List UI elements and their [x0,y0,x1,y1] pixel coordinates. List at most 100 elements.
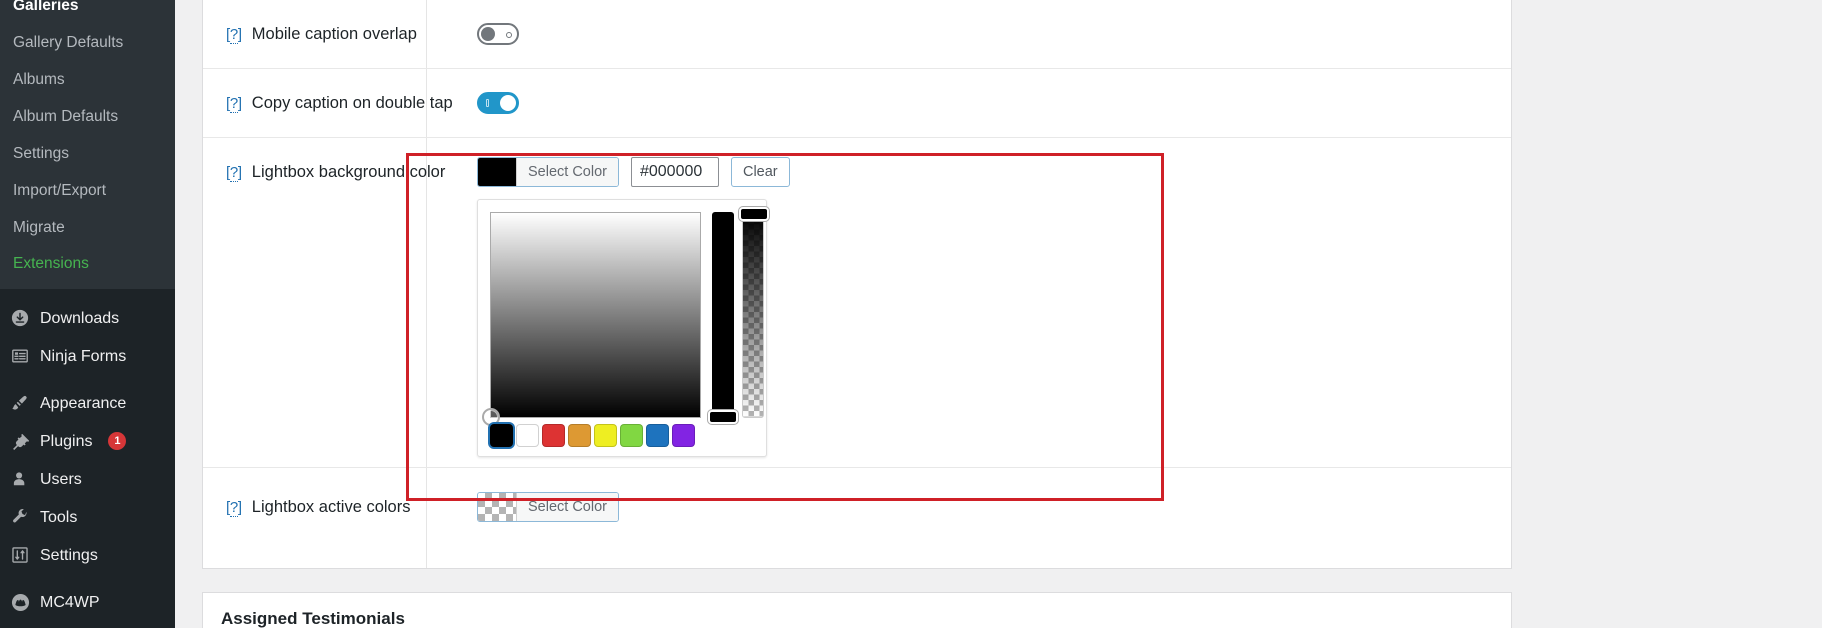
setting-row-mobile-caption-overlap: [?] Mobile caption overlap [203,0,1511,69]
sidebar-subitem-extensions[interactable]: Extensions [0,246,175,283]
color-palette-swatches [490,424,695,447]
help-icon[interactable]: [?] [226,94,242,113]
assigned-testimonials-panel: Assigned Testimonials [202,592,1512,628]
toggle-knob [481,27,495,41]
mailchimp-icon [10,592,30,612]
sidebar-item-label: Settings [40,546,98,564]
setting-label-cell: [?] Mobile caption overlap [203,0,427,68]
setting-control-cell [427,69,1511,137]
toggle-copy-caption-double-tap[interactable] [477,92,519,114]
sidebar-subitem-import-export[interactable]: Import/Export [0,173,175,210]
sidebar-item-users[interactable]: Users [0,460,175,498]
setting-control-cell [427,0,1511,68]
sidebar-item-label: MC4WP [40,593,100,611]
sidebar-item-appearance[interactable]: Appearance [0,384,175,422]
help-question-mark: ? [229,25,238,44]
sidebar-subitem-label: Gallery Defaults [13,33,124,51]
download-icon [10,308,30,328]
palette-swatch-orange[interactable] [568,424,591,447]
select-color-button-background[interactable]: Select Color [477,157,619,187]
palette-swatch-blue[interactable] [646,424,669,447]
palette-swatch-yellow[interactable] [594,424,617,447]
setting-label: Copy caption on double tap [251,93,453,112]
sidebar-subitem-label: Settings [13,144,70,162]
users-icon [10,469,30,489]
color-picker-controls: Select Color Clear [477,157,790,187]
hue-slider-handle[interactable] [708,410,738,424]
sidebar-subitem-settings[interactable]: Settings [0,136,175,173]
sidebar-item-mc4wp[interactable]: MC4WP [0,583,175,621]
select-color-button-active-colors[interactable]: Select Color [477,492,619,522]
sidebar-subitem-albums[interactable]: Albums [0,62,175,99]
sidebar-subitem-label: Album Defaults [13,107,119,125]
lightbox-settings-panel: [?] Mobile caption overlap [?] Copy capt… [202,0,1512,569]
palette-swatch-red[interactable] [542,424,565,447]
sidebar-subitem-galleries[interactable]: Galleries [0,0,175,25]
alpha-slider[interactable] [739,207,769,418]
palette-swatch-black[interactable] [490,424,513,447]
sidebar-item-label: Tools [40,508,78,526]
gallery-submenu: Galleries Gallery Defaults Albums Album … [0,0,175,290]
admin-sidebar: Galleries Gallery Defaults Albums Album … [0,0,175,628]
setting-label-cell: [?] Lightbox active colors [203,468,427,546]
alpha-slider-handle[interactable] [739,207,769,221]
help-question-mark: ? [229,498,238,517]
sidebar-item-plugins[interactable]: Plugins 1 [0,422,175,460]
sidebar-subitem-label: Extensions [13,255,89,273]
hue-slider[interactable] [708,212,738,424]
panel-title: Assigned Testimonials [221,609,405,628]
iris-color-picker-panel [477,199,769,457]
setting-label: Lightbox background color [251,162,446,181]
help-icon[interactable]: [?] [226,25,242,44]
setting-label: Lightbox active colors [251,497,411,516]
sidebar-main-menu: Downloads Ninja Forms Appearance Plugins… [0,289,175,628]
setting-row-lightbox-active-colors: [?] Lightbox active colors Select Color [203,468,1511,546]
setting-row-lightbox-background-color: [?] Lightbox background color Select Col… [203,138,1511,468]
sidebar-item-label: Appearance [40,394,127,412]
sidebar-divider [0,375,175,384]
sidebar-divider [0,574,175,583]
appearance-brush-icon [10,393,30,413]
help-icon[interactable]: [?] [226,163,242,182]
settings-sliders-icon [10,545,30,565]
sidebar-item-settings[interactable]: Settings [0,536,175,574]
setting-control-cell: Select Color [427,468,1511,546]
color-swatch-transparent [478,493,516,521]
sidebar-item-collapse-menu[interactable]: Collapse menu [0,621,175,628]
sidebar-subitem-migrate[interactable]: Migrate [0,210,175,247]
help-question-mark: ? [229,163,238,182]
sidebar-item-tools[interactable]: Tools [0,498,175,536]
forms-icon [10,346,30,366]
main-content: [?] Mobile caption overlap [?] Copy capt… [175,0,1822,628]
select-color-label: Select Color [516,158,618,186]
tools-wrench-icon [10,507,30,527]
setting-label-cell: [?] Copy caption on double tap [203,69,453,137]
setting-control-cell: Select Color Clear [427,138,1511,457]
sidebar-subitem-label: Galleries [13,0,79,14]
sidebar-subitem-album-defaults[interactable]: Album Defaults [0,99,175,136]
saturation-value-gradient[interactable] [482,212,701,426]
select-color-label: Select Color [516,493,618,521]
sidebar-item-label: Ninja Forms [40,347,127,365]
palette-swatch-white[interactable] [516,424,539,447]
toggle-knob [500,95,516,111]
toggle-on-indicator [486,99,489,107]
sidebar-subitem-gallery-defaults[interactable]: Gallery Defaults [0,25,175,62]
sidebar-item-label: Downloads [40,309,120,327]
toggle-off-indicator [506,32,512,38]
hex-value-input[interactable] [630,157,719,187]
palette-swatch-green[interactable] [620,424,643,447]
help-icon[interactable]: [?] [226,498,242,517]
help-question-mark: ? [229,94,238,113]
clear-color-button[interactable]: Clear [730,157,790,187]
sidebar-item-label: Plugins [40,432,93,450]
setting-row-copy-caption-double-tap: [?] Copy caption on double tap [203,69,1511,138]
palette-swatch-purple[interactable] [672,424,695,447]
setting-label: Mobile caption overlap [251,24,417,43]
plugins-update-badge: 1 [108,432,127,451]
sidebar-item-downloads[interactable]: Downloads [0,299,175,337]
admin-screen: Galleries Gallery Defaults Albums Album … [0,0,1822,628]
setting-label-cell: [?] Lightbox background color [203,138,445,206]
sidebar-item-ninja-forms[interactable]: Ninja Forms [0,337,175,375]
toggle-mobile-caption-overlap[interactable] [477,23,519,45]
